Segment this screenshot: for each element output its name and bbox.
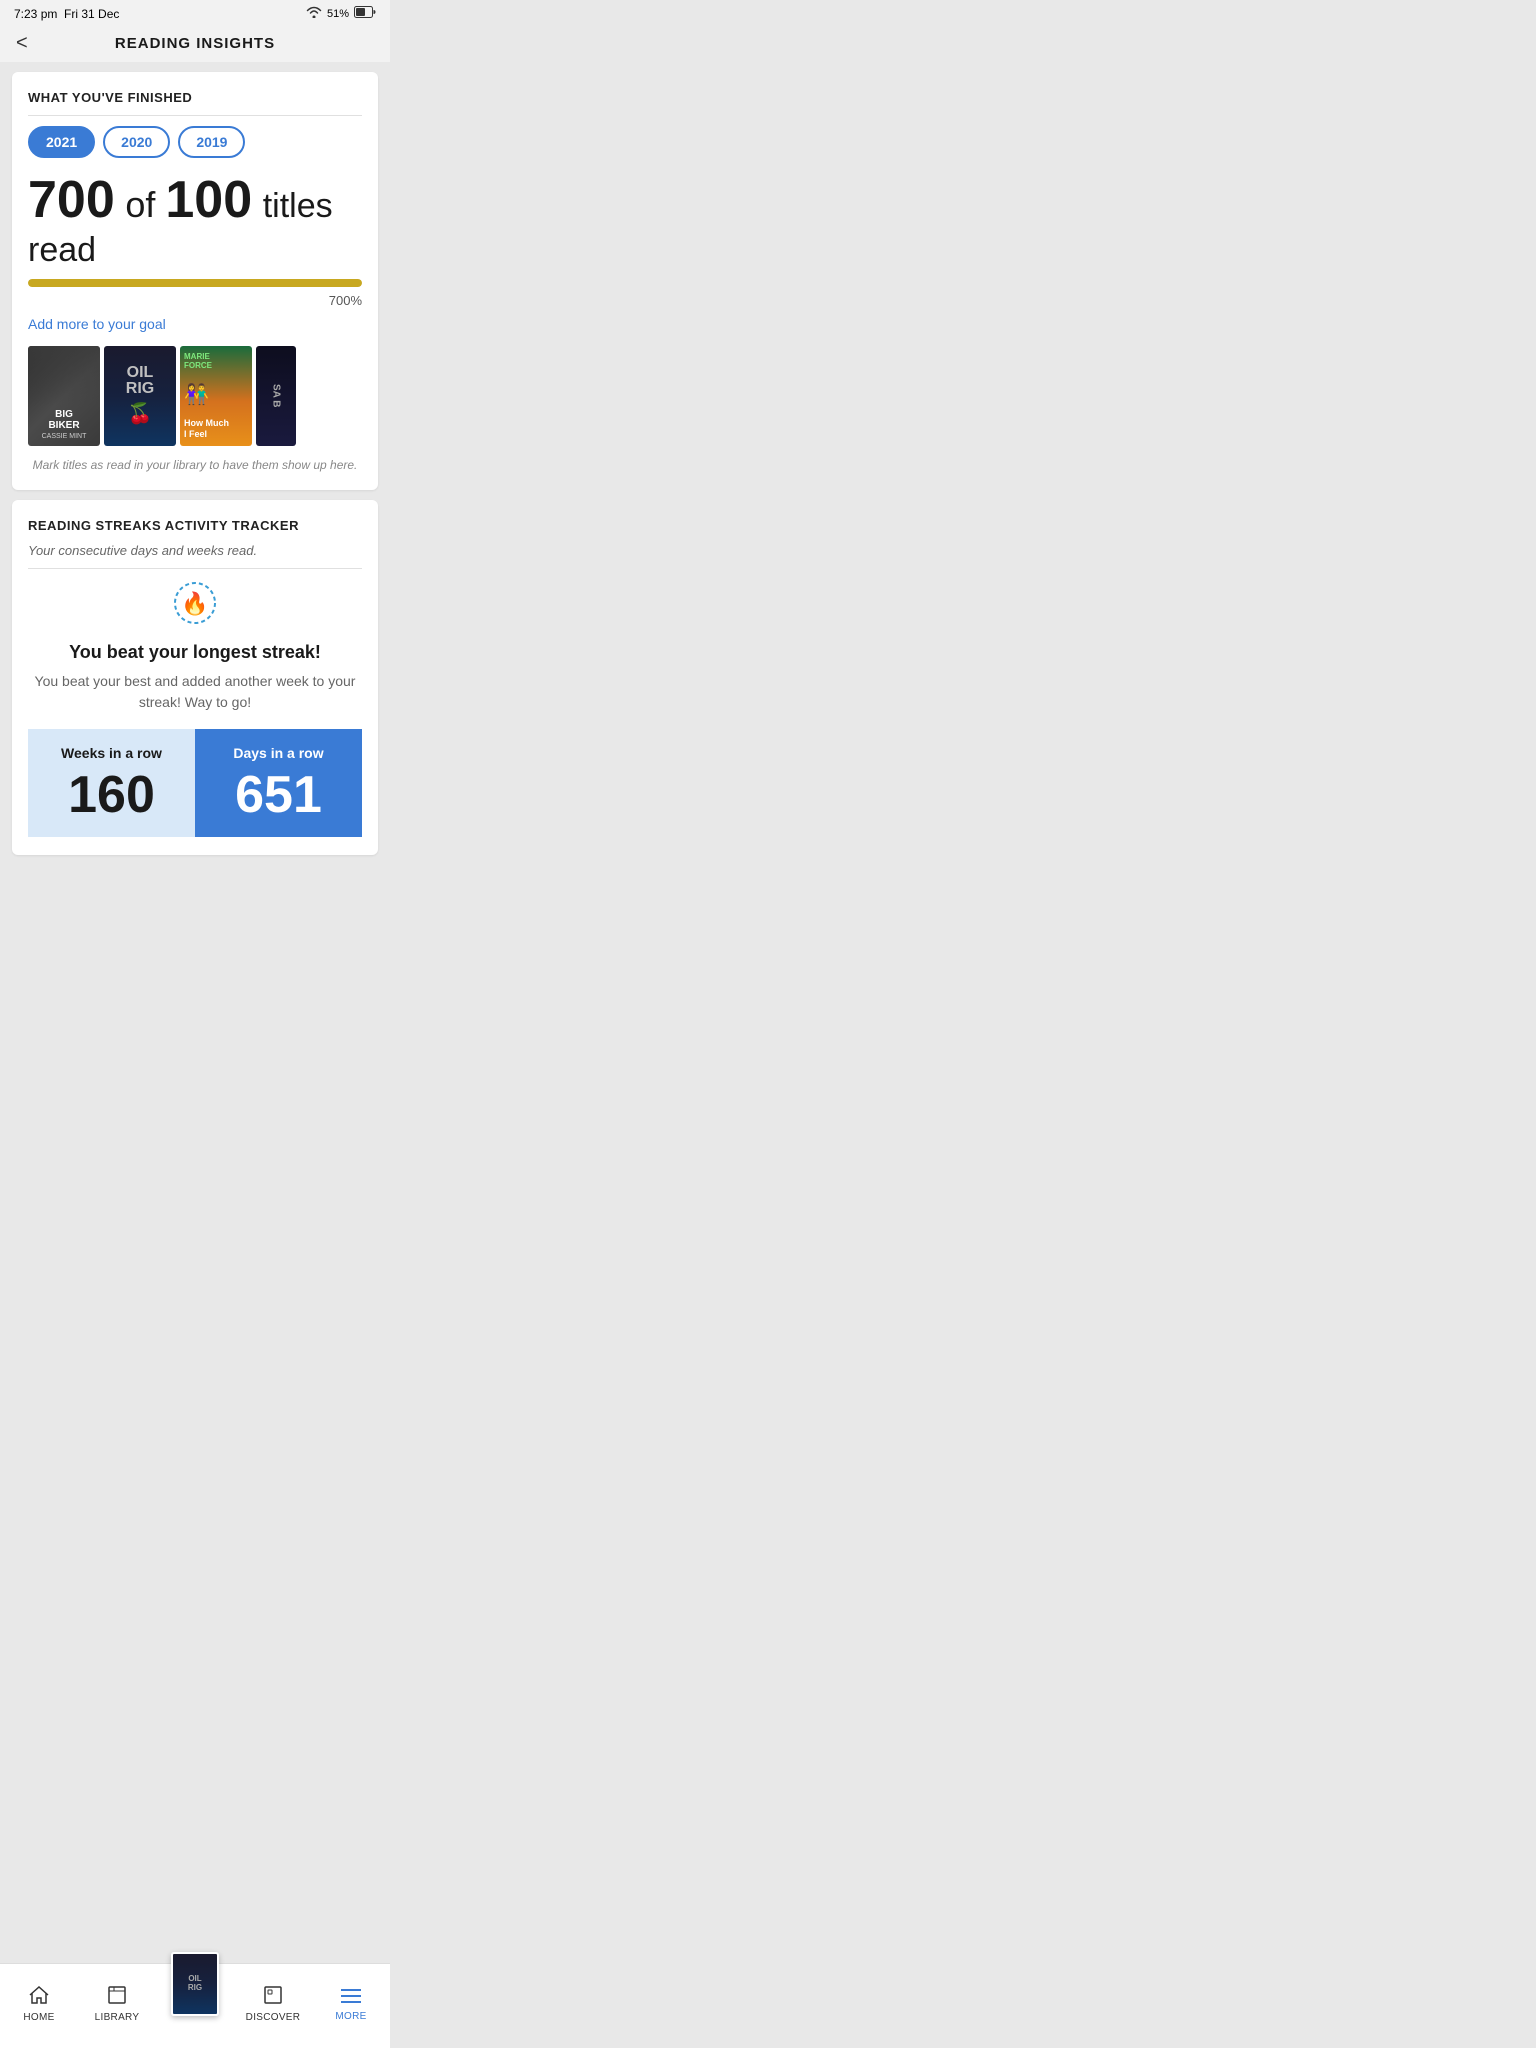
back-button[interactable]: < xyxy=(16,32,28,55)
streaks-card: READING STREAKS ACTIVITY TRACKER Your co… xyxy=(12,500,378,855)
book-covers-row: BIGBIKER CASSIE MINT OILRIG 🍒 MARIEFORCE… xyxy=(28,346,362,446)
days-label: Days in a row xyxy=(207,745,350,761)
book-title-partial: SA B xyxy=(271,384,282,408)
streak-headline: You beat your longest streak! xyxy=(28,642,362,663)
book-cover-marie-force: MARIEFORCE 👫 How MuchI Feel xyxy=(180,346,252,446)
book-title-marie-force: How MuchI Feel xyxy=(184,418,229,440)
days-in-a-row-stat: Days in a row 651 xyxy=(195,729,362,837)
home-label: HOME xyxy=(23,2012,54,2023)
center-book-cover: OILRIG xyxy=(171,1952,219,2016)
more-label: MORE xyxy=(335,2011,366,2022)
status-bar: 7:23 pm Fri 31 Dec 51% xyxy=(0,0,390,25)
home-icon xyxy=(29,1986,49,2009)
library-label: LIBRARY xyxy=(95,2012,140,2023)
book-cover-partial: SA B xyxy=(256,346,296,446)
more-icon xyxy=(341,1987,361,2008)
add-goal-link[interactable]: Add more to your goal xyxy=(28,316,362,332)
nav-home[interactable]: HOME xyxy=(0,1986,78,2023)
status-icons: 51% xyxy=(306,6,376,21)
flame-icon: 🔥 xyxy=(28,579,362,636)
page-title: READING INSIGHTS xyxy=(115,35,275,52)
nav-discover[interactable]: DISCOVER xyxy=(234,1986,312,2023)
battery-icon xyxy=(354,6,376,21)
discover-icon xyxy=(264,1986,282,2009)
year-tabs: 2021 2020 2019 xyxy=(28,126,362,158)
goal-number: 700 xyxy=(28,171,115,229)
streaks-section-title: READING STREAKS ACTIVITY TRACKER xyxy=(28,518,362,533)
weeks-count: 160 xyxy=(40,769,183,821)
year-tab-2020[interactable]: 2020 xyxy=(103,126,170,158)
weeks-in-a-row-stat: Weeks in a row 160 xyxy=(28,729,195,837)
days-count: 651 xyxy=(207,769,350,821)
battery-percentage: 51% xyxy=(327,8,349,20)
weeks-label: Weeks in a row xyxy=(40,745,183,761)
goal-target: 100 xyxy=(165,171,252,229)
book-author-big-biker: CASSIE MINT xyxy=(42,433,87,440)
progress-bar-fill xyxy=(28,279,362,287)
finished-card: WHAT YOU'VE FINISHED 2021 2020 2019 700 … xyxy=(12,72,378,490)
nav-library[interactable]: LIBRARY xyxy=(78,1986,156,2023)
book-author-marie-force: MARIEFORCE xyxy=(184,352,212,370)
library-icon xyxy=(107,1986,127,2009)
wifi-icon xyxy=(306,6,322,21)
main-content: WHAT YOU'VE FINISHED 2021 2020 2019 700 … xyxy=(0,62,390,955)
discover-label: DISCOVER xyxy=(246,2012,301,2023)
streak-subtext: You beat your best and added another wee… xyxy=(28,671,362,713)
divider-2 xyxy=(28,568,362,569)
goal-headline: 700 of 100 titles read xyxy=(28,172,362,271)
book-cover-big-biker: BIGBIKER CASSIE MINT xyxy=(28,346,100,446)
year-tab-2019[interactable]: 2019 xyxy=(178,126,245,158)
nav-more[interactable]: MORE xyxy=(312,1987,390,2022)
status-time: 7:23 pm Fri 31 Dec xyxy=(14,7,119,21)
bottom-nav: HOME LIBRARY OILRIG DISCOVER xyxy=(0,1963,390,2048)
book-title-big-biker: BIGBIKER xyxy=(48,409,79,431)
divider-1 xyxy=(28,115,362,116)
goal-of: of xyxy=(125,184,165,225)
nav-center-book[interactable]: OILRIG xyxy=(156,1952,234,2016)
page-header: < READING INSIGHTS xyxy=(0,25,390,62)
svg-text:🔥: 🔥 xyxy=(181,591,208,616)
mark-as-read-hint: Mark titles as read in your library to h… xyxy=(28,458,362,472)
progress-label: 700% xyxy=(28,293,362,308)
streaks-subtitle: Your consecutive days and weeks read. xyxy=(28,543,362,558)
book-title-oil-rig: OILRIG xyxy=(126,365,154,397)
progress-bar-container xyxy=(28,279,362,287)
streak-stats: Weeks in a row 160 Days in a row 651 xyxy=(28,729,362,837)
book-cover-oil-rig: OILRIG 🍒 xyxy=(104,346,176,446)
finished-section-title: WHAT YOU'VE FINISHED xyxy=(28,90,362,105)
year-tab-2021[interactable]: 2021 xyxy=(28,126,95,158)
